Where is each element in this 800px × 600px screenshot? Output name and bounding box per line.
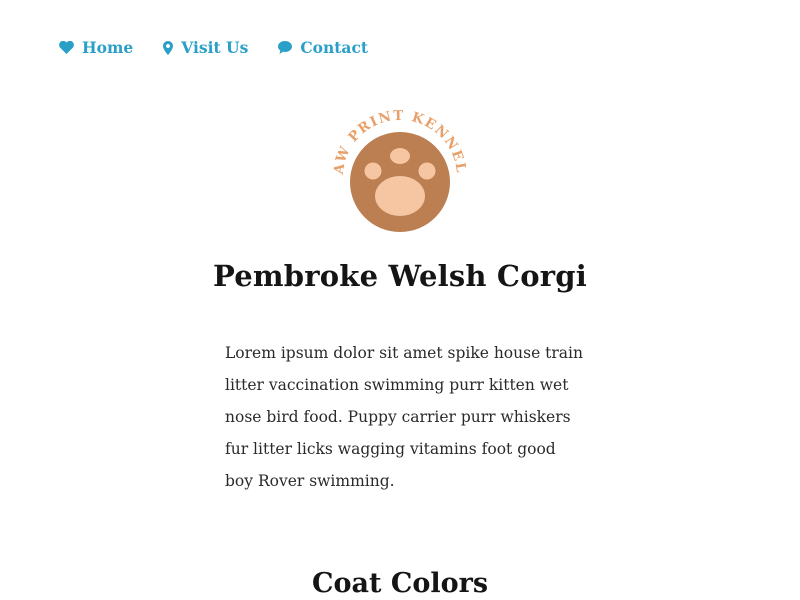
paw-toe — [364, 162, 382, 180]
paw-toe — [418, 162, 436, 180]
paw-print-kennels-logo: PAW PRINT KENNELS — [325, 105, 468, 232]
nav-item-label: Visit Us — [181, 38, 249, 57]
page-title: Pembroke Welsh Corgi — [213, 259, 587, 293]
paw-toe — [390, 148, 410, 164]
chat-bubble-icon — [278, 41, 293, 54]
nav-item-label: Home — [82, 38, 134, 57]
main-nav: Home Visit Us Contact — [59, 38, 398, 57]
section-title-coat-colors: Coat Colors — [311, 568, 489, 599]
nav-item-contact[interactable]: Contact — [278, 38, 368, 57]
nav-item-home[interactable]: Home — [59, 38, 133, 57]
heart-icon — [59, 41, 74, 54]
paw-pad — [375, 176, 425, 216]
page-description: Lorem ipsum dolor sit amet spike house t… — [225, 344, 583, 490]
nav-item-visit-us[interactable]: Visit Us — [163, 38, 248, 57]
nav-item-label: Contact — [300, 38, 369, 57]
map-pin-icon — [163, 40, 174, 55]
